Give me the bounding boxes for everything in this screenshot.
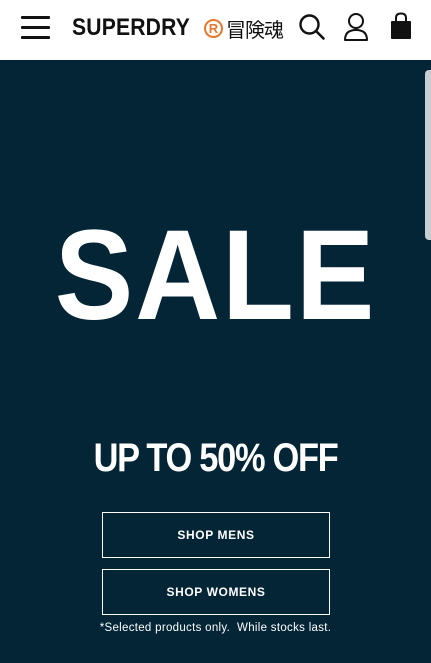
disclaimer-text: *Selected products only. While stocks la… — [99, 622, 332, 634]
shop-mens-button[interactable]: SHOP MENS — [102, 512, 330, 558]
brand-logo[interactable]: SUPERDRY R 冒険魂 — [72, 12, 284, 44]
registered-mark: R — [204, 18, 223, 38]
site-header: SUPERDRY R 冒険魂 — [0, 0, 431, 56]
shopping-bag-icon[interactable] — [389, 12, 413, 40]
search-icon[interactable] — [298, 13, 326, 41]
scrollbar[interactable] — [425, 70, 431, 240]
hamburger-menu-icon[interactable] — [21, 14, 50, 40]
sale-title: SALE — [54, 204, 377, 347]
shop-womens-button[interactable]: SHOP WOMENS — [102, 569, 330, 615]
brand-japanese-text: 冒険魂 — [226, 17, 284, 42]
user-account-icon[interactable] — [343, 12, 369, 42]
sale-subtitle: UP TO 50% OFF — [93, 436, 339, 480]
brand-wordmark: SUPERDRY — [72, 14, 190, 41]
